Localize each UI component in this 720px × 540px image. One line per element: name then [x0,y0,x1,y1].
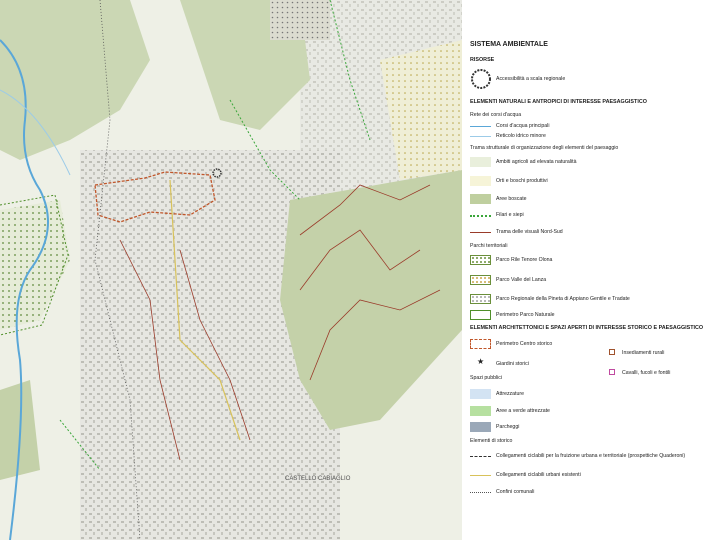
section-naturali: ELEMENTI NATURALI E ANTROPICI DI INTERES… [470,99,647,105]
legend-item-label: Aree a verde attrezzate [496,408,550,414]
legend-item-label: Attrezzature [496,391,524,397]
legend-item-label: Orti e boschi produttivi [496,178,548,184]
legend-item-label: Cavalli, fucoli e fontili [622,370,671,376]
swatch-orti [470,176,491,186]
legend-item-label: Parco Rile Tenore Olona [496,257,553,263]
fountain-icon [609,369,615,375]
municipal-border-line [470,492,491,493]
circle-dotted-ring-icon [471,69,491,89]
subsection-spazi: Spazi pubblici [470,375,503,381]
river-minor-line [470,136,491,137]
legend-item-label: Ambiti agricoli ad elevata naturalità [496,159,577,165]
swatch-verde [470,406,491,416]
cycle-link-existing-line [470,475,491,476]
swatch-parco-lanza [470,275,491,285]
territorial-map[interactable]: CASTELLO CABIAGLIO [0,0,462,540]
subsection-parchi: Parchi territoriali [470,243,508,249]
legend-item-label: Collegamenti ciclabili urbani esistenti [496,472,581,478]
legend-item-label: Filari e siepi [496,212,524,218]
legend-item-label: Aree boscate [496,196,527,202]
swatch-centro-storico [470,339,491,349]
swatch-parco-pineta [470,294,491,304]
subsection-trame: Trama strutturale di organizzazione degl… [470,145,619,151]
legend-item-label: Accessibilità a scala regionale [496,76,566,82]
legend-panel: SISTEMA AMBIENTALE RISORSE Accessibilità… [466,0,720,540]
subsection-storici: Elementi di storico [470,438,513,444]
rural-settlement-icon [609,349,615,355]
map-figure: CASTELLO CABIAGLIO SISTEMA AMBIENTALE RI… [0,0,720,540]
swatch-parcheggi [470,422,491,432]
cycle-link-dashed-line [470,456,491,457]
swatch-attrezzature [470,389,491,399]
swatch-parco-rile [470,255,491,265]
legend-item-label: Giardini storici [496,361,529,367]
star-icon: ★ [477,357,485,366]
section-risorse: RISORSE [470,57,495,63]
legend-item-label: Collegamenti ciclabili per la fruizione … [496,453,686,459]
swatch-agricoli [470,157,491,167]
legend-item-label: Corsi d'acqua principali [496,123,550,129]
visual-axes-line [470,232,491,233]
legend-item-label: Trama delle visuali Nord-Sud [496,229,563,235]
legend-item-label: Parcheggi [496,424,520,430]
legend-item-label: Parco Regionale della Pineta di Appiano … [496,296,630,302]
legend-item-label: Insediamenti rurali [622,350,665,356]
swatch-parco-naturale [470,310,491,320]
legend-item-label: Perimetro Centro storico [496,341,553,347]
legend-title: SISTEMA AMBIENTALE [470,41,548,48]
river-main-line [470,126,491,127]
section-architettonici: ELEMENTI ARCHITETTONICI E SPAZI APERTI D… [470,325,704,331]
subsection-acque: Rete dei corsi d'acqua [470,112,522,118]
legend-item-label: Reticolo idrico minore [496,133,546,139]
legend-item-label: Confini comunali [496,489,535,495]
swatch-boschi [470,194,491,204]
hedges-line [470,215,491,217]
legend-item-label: Parco Valle del Lanza [496,277,547,283]
map-place-label: CASTELLO CABIAGLIO [285,476,351,482]
map-legend-divider [462,0,464,540]
legend-item-label: Perimetro Parco Naturale [496,312,555,318]
